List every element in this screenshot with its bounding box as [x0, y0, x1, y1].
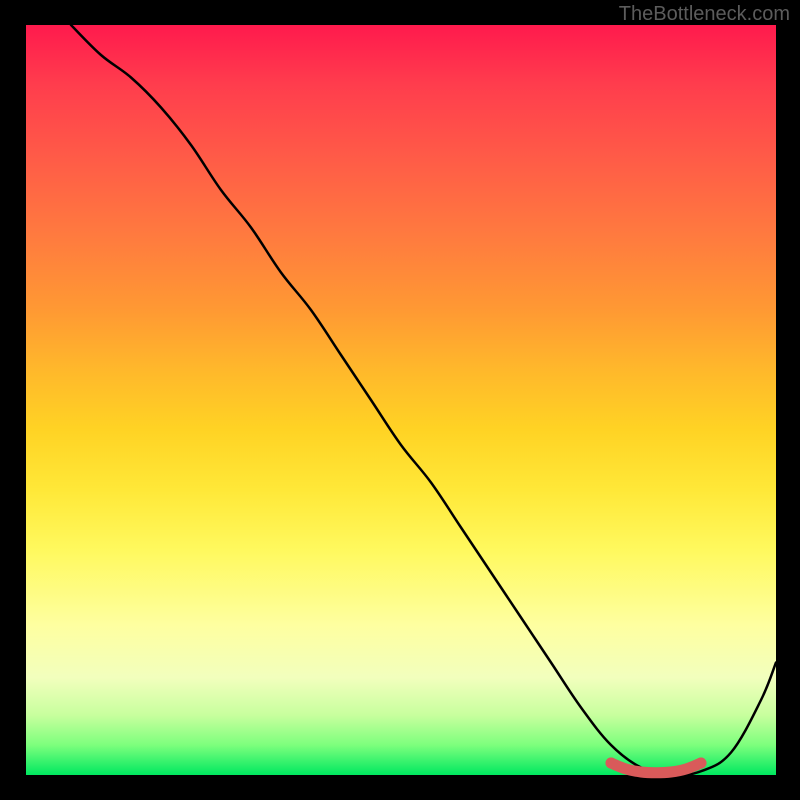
highlight-endpoint	[606, 758, 617, 769]
curve-layer	[26, 25, 776, 775]
highlight-curve	[611, 763, 701, 773]
chart-frame: TheBottleneck.com	[0, 0, 800, 800]
highlight-endpoint	[696, 758, 707, 769]
main-curve	[71, 25, 776, 775]
watermark-text: TheBottleneck.com	[619, 3, 790, 26]
